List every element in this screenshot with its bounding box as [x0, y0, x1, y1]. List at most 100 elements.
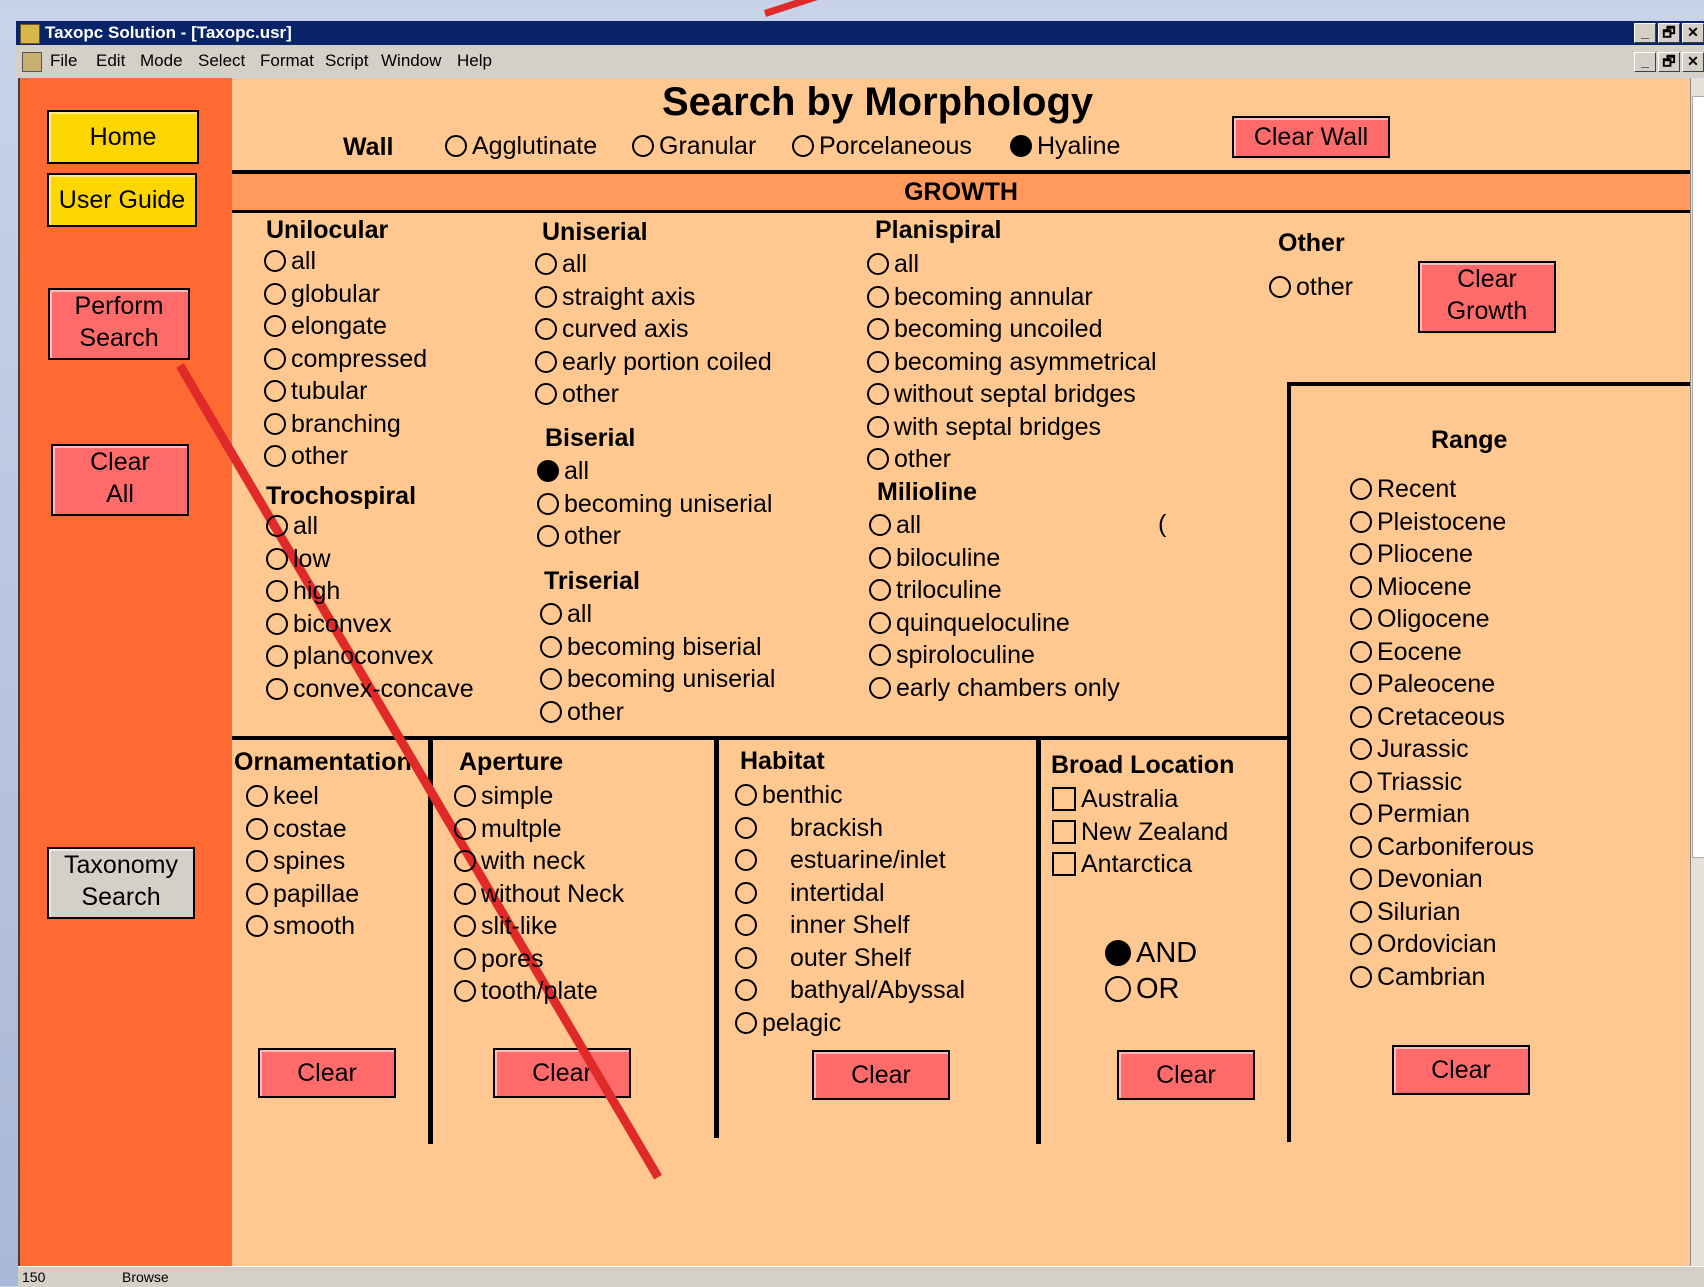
growth-milioline-radio[interactable]: all — [869, 510, 921, 540]
habitat-radio[interactable]: benthic — [735, 780, 843, 810]
growth-planispiral-radio[interactable]: becoming asymmetrical — [867, 347, 1157, 377]
range-radio[interactable]: Pleistocene — [1350, 507, 1506, 537]
growth-trochospiral-radio[interactable]: planoconvex — [266, 641, 433, 671]
growth-biserial-radio[interactable]: other — [537, 521, 621, 551]
vertical-scrollbar[interactable] — [1690, 78, 1704, 1268]
taxonomy-search-button[interactable]: Taxonomy Search — [47, 847, 195, 919]
growth-uniserial-radio[interactable]: early portion coiled — [535, 347, 772, 377]
range-radio[interactable]: Ordovician — [1350, 929, 1497, 959]
wall-hyaline-radio[interactable]: Hyaline — [1010, 131, 1120, 161]
growth-other-radio[interactable]: other — [1269, 272, 1353, 302]
aperture-radio[interactable]: slit-like — [454, 911, 557, 941]
range-radio[interactable]: Carboniferous — [1350, 832, 1534, 862]
growth-milioline-radio[interactable]: early chambers only — [869, 673, 1120, 703]
range-radio[interactable]: Triassic — [1350, 767, 1462, 797]
wall-agglutinate-radio[interactable]: Agglutinate — [445, 131, 597, 161]
growth-uniserial-radio[interactable]: other — [535, 379, 619, 409]
clear-wall-button[interactable]: Clear Wall — [1232, 116, 1390, 158]
ornamentation-radio[interactable]: costae — [246, 814, 347, 844]
growth-uniserial-radio[interactable]: all — [535, 249, 587, 279]
user-guide-button[interactable]: User Guide — [47, 173, 197, 227]
growth-planispiral-radio[interactable]: with septal bridges — [867, 412, 1101, 442]
logic-or-radio[interactable]: OR — [1105, 974, 1180, 1004]
growth-unilocular-radio[interactable]: tubular — [264, 376, 367, 406]
clear-growth-button[interactable]: Clear Growth — [1418, 261, 1556, 333]
growth-uniserial-radio[interactable]: curved axis — [535, 314, 688, 344]
clear-habitat-button[interactable]: Clear — [812, 1050, 950, 1100]
close-button[interactable]: ✕ — [1682, 23, 1704, 43]
growth-triserial-radio[interactable]: becoming uniserial — [540, 664, 775, 694]
growth-planispiral-radio[interactable]: all — [867, 249, 919, 279]
wall-porcelaneous-radio[interactable]: Porcelaneous — [792, 131, 972, 161]
habitat-radio[interactable]: brackish — [735, 813, 883, 843]
growth-biserial-radio[interactable]: all — [537, 456, 589, 486]
home-button[interactable]: Home — [47, 110, 199, 164]
range-radio[interactable]: Recent — [1350, 474, 1456, 504]
growth-triserial-radio[interactable]: all — [540, 599, 592, 629]
location-checkbox[interactable]: Australia — [1052, 784, 1178, 814]
logic-and-radio[interactable]: AND — [1105, 938, 1197, 968]
habitat-radio[interactable]: inner Shelf — [735, 910, 910, 940]
location-checkbox[interactable]: New Zealand — [1052, 817, 1228, 847]
minimize-button[interactable]: _ — [1634, 23, 1656, 43]
ornamentation-radio[interactable]: spines — [246, 846, 345, 876]
habitat-radio[interactable]: estuarine/inlet — [735, 845, 946, 875]
growth-unilocular-radio[interactable]: globular — [264, 279, 380, 309]
habitat-radio[interactable]: bathyal/Abyssal — [735, 975, 965, 1005]
growth-triserial-radio[interactable]: becoming biserial — [540, 632, 762, 662]
range-radio[interactable]: Devonian — [1350, 864, 1483, 894]
growth-trochospiral-radio[interactable]: all — [266, 511, 318, 541]
range-radio[interactable]: Miocene — [1350, 572, 1472, 602]
clear-range-button[interactable]: Clear — [1392, 1045, 1530, 1095]
range-radio[interactable]: Cretaceous — [1350, 702, 1505, 732]
growth-milioline-radio[interactable]: spiroloculine — [869, 640, 1035, 670]
menu-edit[interactable]: Edit — [96, 45, 125, 77]
range-radio[interactable]: Pliocene — [1350, 539, 1473, 569]
clear-all-button[interactable]: Clear All — [51, 444, 189, 516]
growth-planispiral-radio[interactable]: other — [867, 444, 951, 474]
aperture-radio[interactable]: with neck — [454, 846, 585, 876]
range-radio[interactable]: Paleocene — [1350, 669, 1495, 699]
growth-milioline-radio[interactable]: biloculine — [869, 543, 1000, 573]
growth-trochospiral-radio[interactable]: high — [266, 576, 340, 606]
mode-select[interactable]: Browse — [122, 1267, 169, 1287]
growth-unilocular-radio[interactable]: compressed — [264, 344, 427, 374]
clear-location-button[interactable]: Clear — [1117, 1050, 1255, 1100]
growth-milioline-radio[interactable]: quinqueloculine — [869, 608, 1070, 638]
ornamentation-radio[interactable]: papillae — [246, 879, 359, 909]
clear-ornamentation-button[interactable]: Clear — [258, 1048, 396, 1098]
zoom-level[interactable]: 150 — [22, 1267, 45, 1287]
aperture-radio[interactable]: multple — [454, 814, 562, 844]
range-radio[interactable]: Cambrian — [1350, 962, 1485, 992]
growth-unilocular-radio[interactable]: other — [264, 441, 348, 471]
growth-trochospiral-radio[interactable]: convex-concave — [266, 674, 474, 704]
growth-trochospiral-radio[interactable]: low — [266, 544, 331, 574]
aperture-radio[interactable]: tooth/plate — [454, 976, 598, 1006]
growth-unilocular-radio[interactable]: branching — [264, 409, 401, 439]
menu-select[interactable]: Select — [198, 45, 245, 77]
range-radio[interactable]: Jurassic — [1350, 734, 1469, 764]
menu-script[interactable]: Script — [325, 45, 368, 77]
menu-window[interactable]: Window — [381, 45, 441, 77]
range-radio[interactable]: Oligocene — [1350, 604, 1490, 634]
habitat-radio[interactable]: outer Shelf — [735, 943, 911, 973]
location-checkbox[interactable]: Antarctica — [1052, 849, 1192, 879]
growth-milioline-radio[interactable]: triloculine — [869, 575, 1002, 605]
growth-planispiral-radio[interactable]: becoming uncoiled — [867, 314, 1102, 344]
aperture-radio[interactable]: without Neck — [454, 879, 624, 909]
range-radio[interactable]: Permian — [1350, 799, 1470, 829]
perform-search-button[interactable]: Perform Search — [48, 288, 190, 360]
mdi-restore-button[interactable]: 🗗 — [1658, 52, 1680, 72]
menu-mode[interactable]: Mode — [140, 45, 183, 77]
growth-planispiral-radio[interactable]: without septal bridges — [867, 379, 1136, 409]
habitat-radio[interactable]: intertidal — [735, 878, 885, 908]
growth-triserial-radio[interactable]: other — [540, 697, 624, 727]
habitat-radio[interactable]: pelagic — [735, 1008, 841, 1038]
range-radio[interactable]: Silurian — [1350, 897, 1460, 927]
wall-granular-radio[interactable]: Granular — [632, 131, 756, 161]
menu-help[interactable]: Help — [457, 45, 492, 77]
document-icon[interactable] — [22, 52, 42, 72]
aperture-radio[interactable]: simple — [454, 781, 553, 811]
mdi-minimize-button[interactable]: _ — [1634, 52, 1656, 72]
growth-uniserial-radio[interactable]: straight axis — [535, 282, 695, 312]
